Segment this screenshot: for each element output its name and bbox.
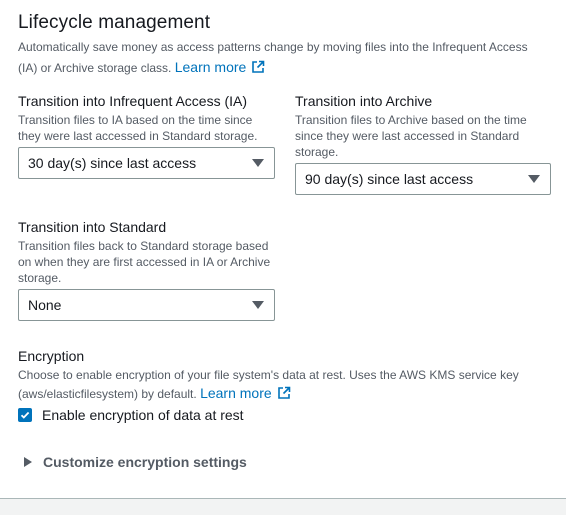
customize-encryption-expander[interactable]: Customize encryption settings [24,454,247,470]
customize-encryption-label: Customize encryption settings [43,454,247,470]
encryption-section: Encryption Choose to enable encryption o… [18,347,548,403]
transition-standard-description: Transition files back to Standard storag… [18,239,271,285]
transition-ia-description: Transition files to IA based on the time… [18,113,258,143]
transition-standard-field: Transition into Standard Transition file… [18,218,280,286]
encryption-checkbox[interactable] [18,408,32,422]
caret-right-icon [24,457,32,467]
transition-standard-selected: None [28,297,62,313]
transition-ia-selected: 30 day(s) since last access [28,155,197,171]
lifecycle-description: Automatically save money as access patte… [18,37,548,78]
transition-archive-select[interactable]: 90 day(s) since last access [295,163,551,195]
transition-archive-selected: 90 day(s) since last access [305,171,474,187]
checkmark-icon [20,411,30,419]
encryption-description: Choose to enable encryption of your file… [18,366,548,403]
encryption-learn-more-label: Learn more [200,385,272,401]
encryption-title: Encryption [18,348,85,364]
encryption-checkbox-row[interactable]: Enable encryption of data at rest [18,407,244,423]
footer-area [0,499,566,515]
caret-down-icon [252,301,264,309]
encryption-learn-more-link[interactable]: Learn more [200,385,291,401]
transition-archive-description: Transition files to Archive based on the… [295,113,527,159]
transition-standard-select[interactable]: None [18,289,275,321]
lifecycle-learn-more-link[interactable]: Learn more [175,59,266,75]
transition-standard-label: Transition into Standard [18,219,167,235]
lifecycle-description-text: Automatically save money as access patte… [18,40,528,75]
transition-archive-label: Transition into Archive [295,93,433,109]
transition-ia-select[interactable]: 30 day(s) since last access [18,147,275,179]
external-link-icon [277,386,290,399]
transition-ia-field: Transition into Infrequent Access (IA) T… [18,92,276,144]
caret-down-icon [252,159,264,167]
encryption-checkbox-label: Enable encryption of data at rest [42,407,244,423]
transition-archive-field: Transition into Archive Transition files… [295,92,553,160]
caret-down-icon [528,175,540,183]
lifecycle-title: Lifecycle management [18,12,211,33]
transition-ia-label: Transition into Infrequent Access (IA) [18,93,248,109]
lifecycle-learn-more-label: Learn more [174,59,247,75]
external-link-icon [252,60,265,73]
